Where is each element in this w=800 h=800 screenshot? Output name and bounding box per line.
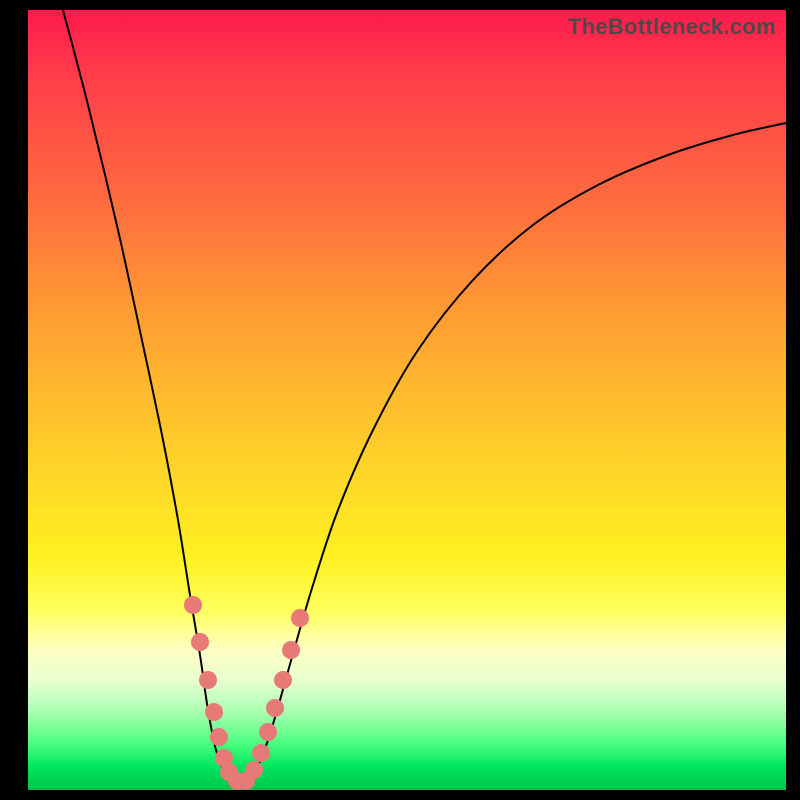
data-marker	[191, 633, 209, 651]
bottleneck-curve	[28, 10, 786, 790]
data-marker	[252, 744, 270, 762]
data-marker	[291, 609, 309, 627]
marker-group	[184, 596, 309, 790]
data-marker	[266, 699, 284, 717]
data-marker	[245, 761, 263, 779]
data-marker	[184, 596, 202, 614]
data-marker	[274, 671, 292, 689]
data-marker	[282, 641, 300, 659]
data-marker	[259, 723, 277, 741]
data-marker	[199, 671, 217, 689]
data-marker	[205, 703, 223, 721]
curve-path	[63, 10, 786, 784]
chart-frame: TheBottleneck.com	[0, 0, 800, 800]
plot-area: TheBottleneck.com	[28, 10, 786, 790]
data-marker	[210, 728, 228, 746]
